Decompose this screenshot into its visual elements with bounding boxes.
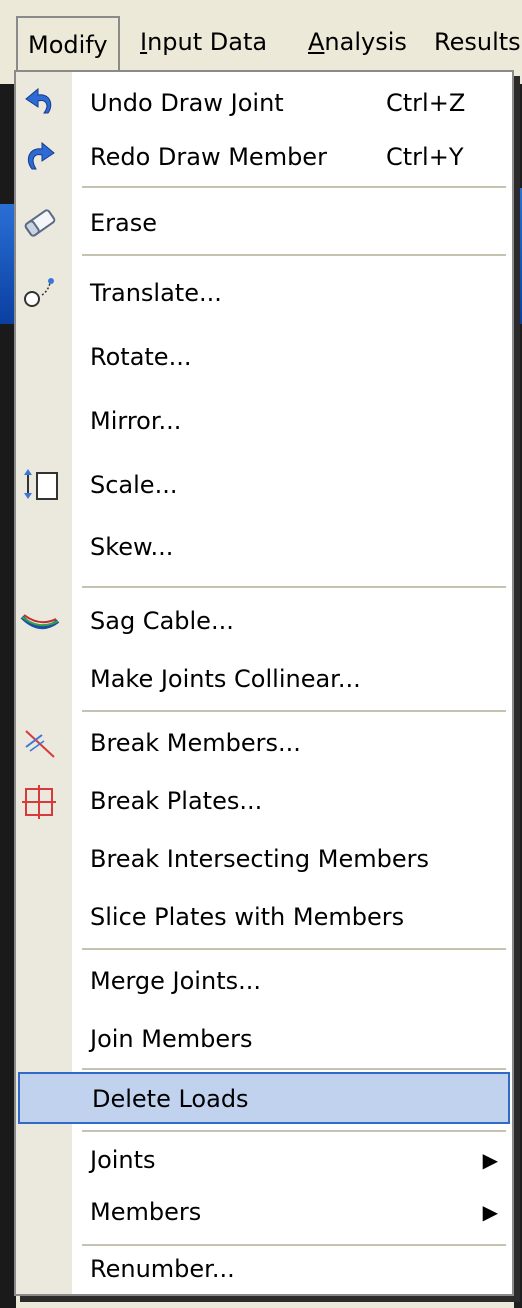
menu-modify[interactable]: Modify <box>16 16 120 74</box>
menu-item-skew[interactable]: Skew... <box>16 520 512 574</box>
menu-item-break-intersecting-members[interactable]: Break Intersecting Members <box>16 832 512 886</box>
menu-item-scale[interactable]: Scale... <box>16 458 512 512</box>
menu-item-break-plates-label: Break Plates... <box>90 787 263 815</box>
menu-item-translate[interactable]: Translate... <box>16 266 512 320</box>
menu-item-translate-label: Translate... <box>90 279 222 307</box>
menu-item-members[interactable]: Members ▶ <box>16 1186 512 1238</box>
menu-separator <box>82 710 506 712</box>
menu-item-break-members[interactable]: Break Members... <box>16 716 512 770</box>
menu-input-data[interactable]: Input Data <box>140 24 267 60</box>
menu-item-join-members[interactable]: Join Members <box>16 1012 512 1066</box>
menu-item-undo-shortcut: Ctrl+Z <box>386 89 466 117</box>
menu-item-slice-plates-with-members[interactable]: Slice Plates with Members <box>16 890 512 944</box>
menu-results-label: Results <box>434 28 521 56</box>
menu-item-undo[interactable]: Undo Draw Joint Ctrl+Z <box>16 76 512 130</box>
menu-separator <box>82 254 506 256</box>
menu-item-erase-label: Erase <box>90 209 158 237</box>
menu-item-skew-label: Skew... <box>90 533 174 561</box>
menu-item-redo[interactable]: Redo Draw Member Ctrl+Y <box>16 130 512 184</box>
menu-item-undo-label: Undo Draw Joint <box>90 89 284 117</box>
menu-item-mirror[interactable]: Mirror... <box>16 394 512 448</box>
menu-item-merge-joints-label: Merge Joints... <box>90 967 261 995</box>
menu-item-join-members-label: Join Members <box>90 1025 253 1053</box>
menu-separator <box>82 1130 506 1132</box>
menu-analysis-label: nalysis <box>324 28 407 56</box>
menu-item-mirror-label: Mirror... <box>90 407 182 435</box>
menu-separator <box>82 948 506 950</box>
menu-item-rotate[interactable]: Rotate... <box>16 330 512 384</box>
eraser-icon <box>24 209 56 237</box>
menu-item-sag-cable[interactable]: Sag Cable... <box>16 594 512 648</box>
menu-item-rotate-label: Rotate... <box>90 343 192 371</box>
menu-separator <box>82 186 506 188</box>
menu-item-erase[interactable]: Erase <box>16 196 512 250</box>
menu-item-delete-loads[interactable]: Delete Loads <box>18 1072 510 1124</box>
submenu-arrow-icon: ▶ <box>482 1200 498 1224</box>
undo-icon <box>25 87 52 114</box>
submenu-arrow-icon: ▶ <box>482 1148 498 1172</box>
redo-icon <box>27 141 55 170</box>
menu-analysis-mnemonic: A <box>308 28 325 56</box>
app-toolbar-edge-right <box>514 188 522 324</box>
menu-item-joints-label: Joints <box>90 1146 156 1174</box>
sag-cable-icon <box>20 614 60 629</box>
menu-separator <box>82 586 506 588</box>
menu-item-members-label: Members <box>90 1198 202 1226</box>
menu-item-redo-shortcut: Ctrl+Y <box>386 143 464 171</box>
menu-item-break-intersecting-members-label: Break Intersecting Members <box>90 845 429 873</box>
menu-item-delete-loads-label: Delete Loads <box>92 1085 249 1113</box>
menu-item-renumber[interactable]: Renumber... <box>16 1246 512 1292</box>
menu-results[interactable]: Results <box>434 24 521 60</box>
menu-modify-label: Modify <box>28 31 108 59</box>
menu-item-joints[interactable]: Joints ▶ <box>16 1134 512 1186</box>
menu-item-break-members-label: Break Members... <box>90 729 301 757</box>
modify-dropdown-menu: Undo Draw Joint Ctrl+Z Redo Draw Member … <box>14 70 514 1296</box>
application-background-right <box>514 84 522 1308</box>
menu-item-sag-cable-label: Sag Cable... <box>90 607 234 635</box>
menu-item-make-joints-collinear[interactable]: Make Joints Collinear... <box>16 652 512 706</box>
menu-item-redo-label: Redo Draw Member <box>90 143 327 171</box>
menu-item-scale-label: Scale... <box>90 471 178 499</box>
menu-item-merge-joints[interactable]: Merge Joints... <box>16 954 512 1008</box>
menu-input-data-label: nput Data <box>147 28 268 56</box>
menu-separator <box>82 1068 506 1070</box>
menu-item-make-joints-collinear-label: Make Joints Collinear... <box>90 665 361 693</box>
application-window: Modify Input Data Analysis Results Undo … <box>0 0 522 1308</box>
menu-analysis[interactable]: Analysis <box>308 24 407 60</box>
menu-item-slice-plates-with-members-label: Slice Plates with Members <box>90 903 405 931</box>
translate-icon <box>24 278 54 307</box>
menu-item-renumber-label: Renumber... <box>90 1255 235 1283</box>
menu-item-break-plates[interactable]: Break Plates... <box>16 774 512 828</box>
break-members-icon <box>25 730 55 758</box>
break-plates-icon <box>22 785 56 819</box>
scale-icon <box>24 469 58 500</box>
